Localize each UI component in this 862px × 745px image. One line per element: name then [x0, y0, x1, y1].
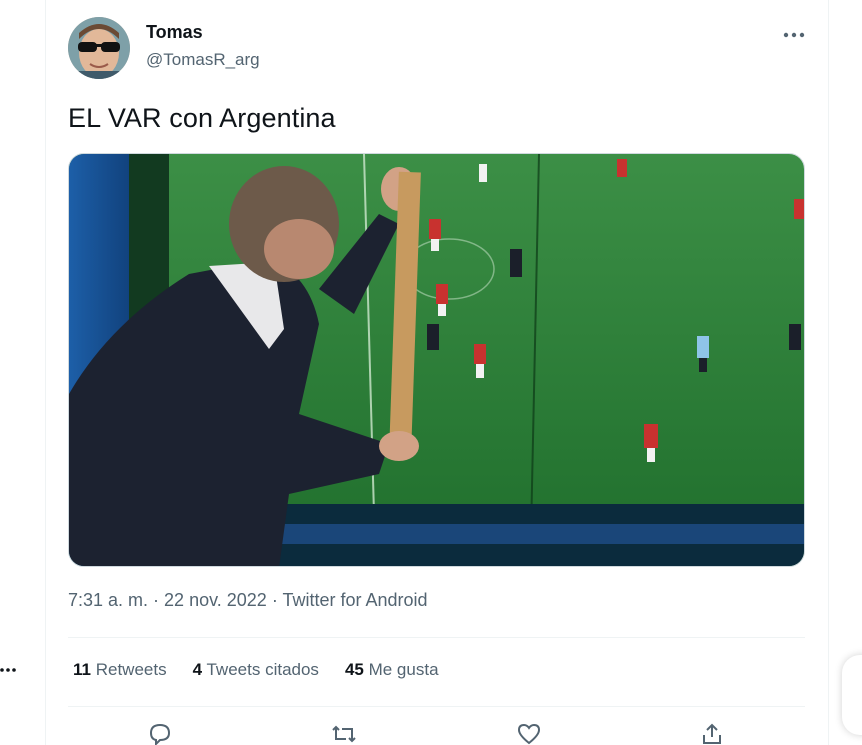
- avatar-photo: [68, 17, 130, 79]
- tweet-page: Tomas @TomasR_arg EL VAR con Argentina 7…: [0, 0, 862, 745]
- tweet-source[interactable]: Twitter for Android: [282, 590, 427, 610]
- more-horizontal-icon[interactable]: [0, 660, 16, 680]
- divider: [68, 637, 805, 638]
- tweet-media-video[interactable]: [68, 153, 805, 567]
- retweets-count: 11: [73, 660, 91, 679]
- tweet-meta: 7:31 a. m. · 22 nov. 2022 · Twitter for …: [68, 590, 428, 611]
- reply-icon[interactable]: [148, 723, 172, 745]
- likes-stat[interactable]: 45 Me gusta: [345, 660, 439, 680]
- video-frame: [69, 154, 804, 566]
- display-name[interactable]: Tomas: [146, 22, 203, 43]
- heart-icon[interactable]: [517, 723, 541, 745]
- retweets-label: Retweets: [95, 660, 167, 679]
- tweet-date[interactable]: 22 nov. 2022: [164, 590, 267, 610]
- user-handle[interactable]: @TomasR_arg: [146, 50, 260, 70]
- tweet-time[interactable]: 7:31 a. m.: [68, 590, 148, 610]
- quote-tweets-count: 4: [192, 660, 203, 679]
- tweet-text: EL VAR con Argentina: [68, 103, 336, 133]
- side-panel-card: [842, 655, 862, 735]
- divider: [68, 706, 805, 707]
- quote-tweets-stat[interactable]: 4 Tweets citados: [193, 660, 319, 680]
- column-border-left: [45, 0, 46, 745]
- quote-tweets-label: Tweets citados: [206, 660, 319, 679]
- avatar[interactable]: [68, 17, 130, 79]
- meta-separator: ·: [148, 590, 165, 610]
- more-options-button[interactable]: [777, 18, 811, 52]
- more-horizontal-icon: [783, 32, 805, 38]
- retweet-icon[interactable]: [331, 723, 357, 745]
- column-border-right: [828, 0, 829, 745]
- tweet-actions: [68, 720, 805, 745]
- likes-count: 45: [344, 660, 364, 679]
- share-icon[interactable]: [700, 723, 724, 745]
- tweet-stats: 11 Retweets 4 Tweets citados 45 Me gusta: [73, 660, 439, 680]
- meta-separator: ·: [266, 590, 283, 610]
- retweets-stat[interactable]: 11 Retweets: [73, 660, 167, 680]
- likes-label: Me gusta: [368, 660, 439, 679]
